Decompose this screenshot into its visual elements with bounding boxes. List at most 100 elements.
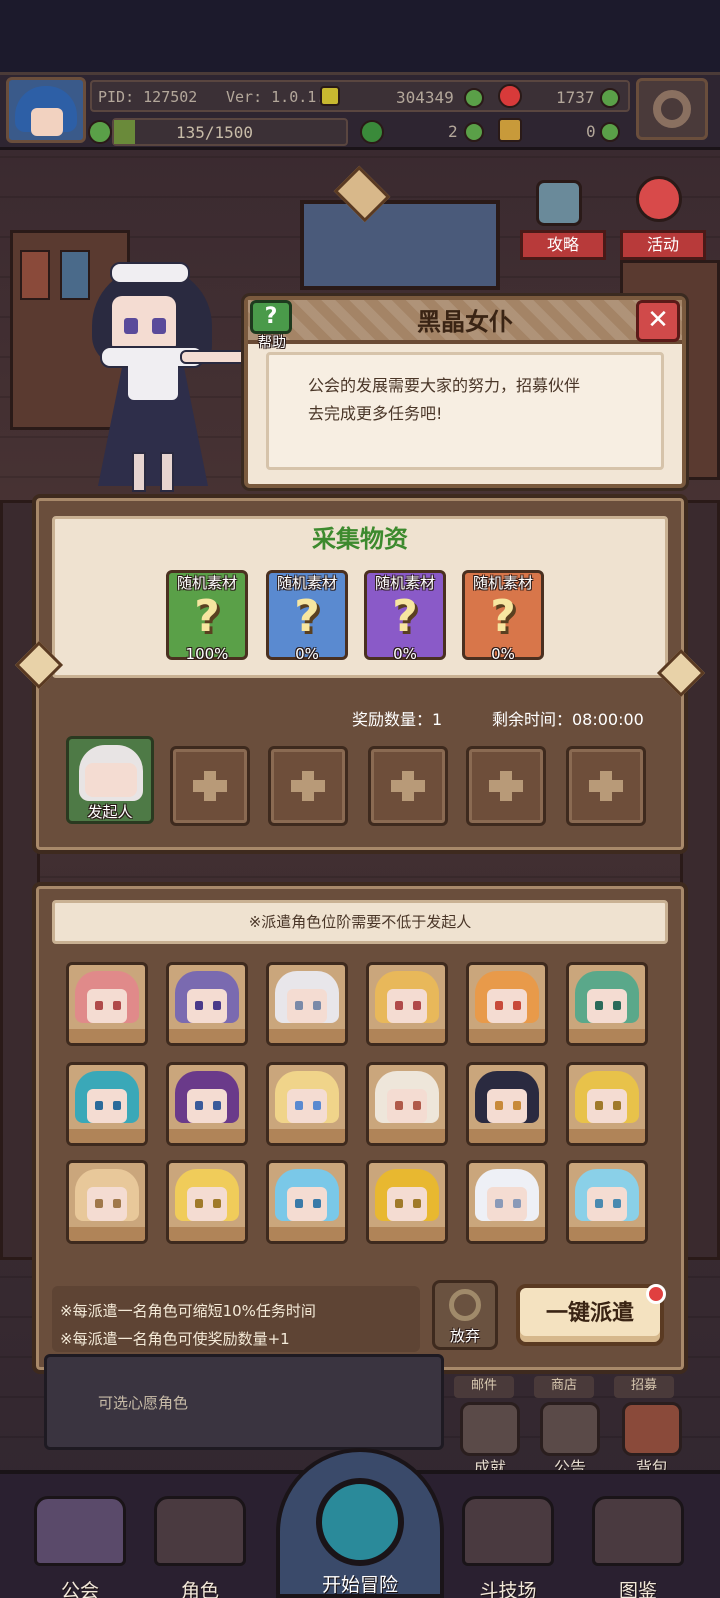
clover-icon (360, 120, 384, 144)
character-face (287, 1089, 327, 1123)
character-card[interactable] (66, 1160, 148, 1244)
mail-tab[interactable]: 邮件 (454, 1376, 514, 1398)
character-card[interactable] (166, 962, 248, 1046)
player-avatar[interactable] (6, 77, 86, 143)
dialog-message-line2: 去完成更多任务吧! (308, 404, 443, 423)
event-button[interactable]: 活动 (620, 230, 706, 260)
empty-dispatch-slot[interactable] (368, 746, 448, 826)
character-face (487, 1187, 527, 1221)
character-icon (154, 1496, 246, 1566)
character-card-base (369, 1029, 445, 1043)
recruit-tab[interactable]: 招募 (614, 1376, 674, 1398)
character-card[interactable] (466, 962, 548, 1046)
nav-character[interactable]: 角色 (148, 1484, 252, 1598)
character-card[interactable] (366, 1160, 448, 1244)
character-card[interactable] (366, 962, 448, 1046)
character-card[interactable] (466, 1160, 548, 1244)
character-eye (113, 1001, 121, 1010)
guide-button[interactable]: 攻略 (520, 230, 606, 260)
initiator-slot[interactable]: 发起人 (66, 736, 154, 824)
character-eye (195, 1199, 203, 1208)
empty-dispatch-slot[interactable] (268, 746, 348, 826)
character-card[interactable] (66, 1062, 148, 1146)
plus-icon (291, 771, 325, 801)
bag-button[interactable]: 背包 (622, 1402, 682, 1478)
plus-icon (193, 771, 227, 801)
add-clover-icon[interactable] (464, 122, 484, 142)
abandon-button[interactable]: 放弃 (432, 1280, 498, 1350)
notice-button[interactable]: 公告 (540, 1402, 600, 1478)
character-card[interactable] (166, 1160, 248, 1244)
achievement-button[interactable]: 成就 (460, 1402, 520, 1478)
gem-icon (498, 84, 522, 108)
character-eye (295, 1199, 303, 1208)
character-eye (495, 1199, 503, 1208)
character-eye (595, 1001, 603, 1010)
add-ticket-icon[interactable] (600, 122, 620, 142)
nav-guild[interactable]: 公会 (28, 1484, 132, 1598)
settings-button[interactable] (636, 78, 708, 140)
character-card[interactable] (566, 962, 648, 1046)
character-eye (413, 1199, 421, 1208)
character-card-base (169, 1029, 245, 1043)
close-button[interactable]: ✕ (636, 300, 680, 342)
start-adventure-label: 开始冒险 (321, 1574, 398, 1596)
shop-tab[interactable]: 商店 (534, 1376, 594, 1398)
character-eye (295, 1001, 303, 1010)
character-eye (595, 1199, 603, 1208)
empty-dispatch-slot[interactable] (566, 746, 646, 826)
gem-amount: 1737 (556, 88, 595, 107)
character-card[interactable] (566, 1062, 648, 1146)
clover-amount: 2 (448, 122, 458, 141)
character-card-base (269, 1029, 345, 1043)
character-card[interactable] (566, 1160, 648, 1244)
character-card[interactable] (266, 1160, 348, 1244)
game-version: Ver: 1.0.1.4 (226, 88, 335, 106)
character-card-base (569, 1129, 645, 1143)
dialog-title: 黑晶女仆 (417, 308, 513, 336)
character-face (287, 1187, 327, 1221)
character-card[interactable] (266, 1062, 348, 1146)
book-decoration (20, 250, 50, 300)
trophy-icon (460, 1402, 520, 1456)
character-eye (195, 1001, 203, 1010)
character-card-base (169, 1129, 245, 1143)
character-face (487, 989, 527, 1023)
sky-background (0, 0, 720, 75)
question-mark-icon: ? (294, 591, 320, 642)
initiator-label: 发起人 (87, 803, 133, 821)
empty-dispatch-slot[interactable] (466, 746, 546, 826)
empty-dispatch-slot[interactable] (170, 746, 250, 826)
character-eye (213, 1001, 221, 1010)
exp-bar-fill (114, 120, 135, 144)
character-card[interactable] (366, 1062, 448, 1146)
rank-notice: ※派遣角色位阶需要不低于发起人 (52, 900, 668, 944)
character-eye (513, 1001, 521, 1010)
question-mark-icon: ? (490, 591, 516, 642)
guide-chat-icon[interactable] (536, 180, 582, 226)
character-card-base (569, 1029, 645, 1043)
character-card-base (69, 1029, 145, 1043)
character-card[interactable] (466, 1062, 548, 1146)
character-face (187, 989, 227, 1023)
character-card[interactable] (166, 1062, 248, 1146)
character-eye (613, 1001, 621, 1010)
balloon-icon[interactable] (636, 176, 682, 222)
nav-gallery[interactable]: 图鉴 (586, 1484, 690, 1598)
character-face (87, 1089, 127, 1123)
plus-icon (391, 771, 425, 801)
help-button[interactable]: ? 帮助 (248, 300, 296, 351)
character-face (87, 1187, 127, 1221)
character-card[interactable] (266, 962, 348, 1046)
character-eye (395, 1001, 403, 1010)
backpack-icon (622, 1402, 682, 1456)
add-gem-icon[interactable] (600, 88, 620, 108)
nav-arena[interactable]: 斗技场 (456, 1484, 560, 1598)
character-card-base (469, 1129, 545, 1143)
abandon-label: 放弃 (449, 1327, 480, 1345)
character-card[interactable] (66, 962, 148, 1046)
one-click-dispatch-button[interactable]: 一键派遣 (516, 1284, 664, 1346)
maid-leg (132, 452, 146, 492)
add-gold-icon[interactable] (464, 88, 484, 108)
maid-headdress (110, 262, 190, 284)
